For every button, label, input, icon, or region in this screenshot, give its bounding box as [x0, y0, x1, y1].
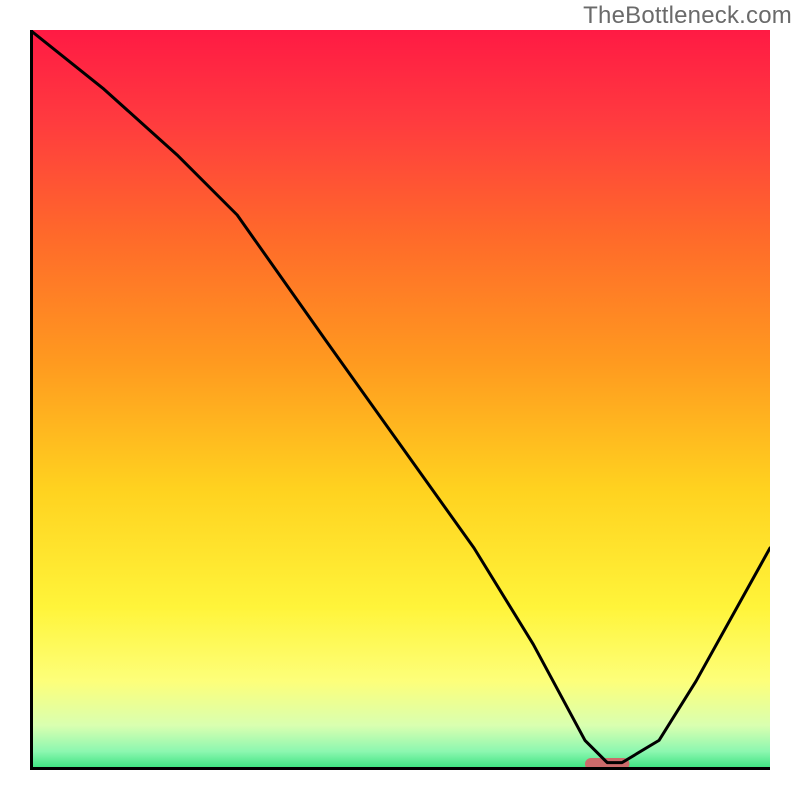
chart-container: TheBottleneck.com: [0, 0, 800, 800]
gradient-fill: [30, 30, 770, 770]
y-axis: [30, 30, 33, 770]
plot-area: [30, 30, 770, 770]
watermark-text: TheBottleneck.com: [583, 2, 792, 30]
x-axis: [30, 767, 770, 770]
